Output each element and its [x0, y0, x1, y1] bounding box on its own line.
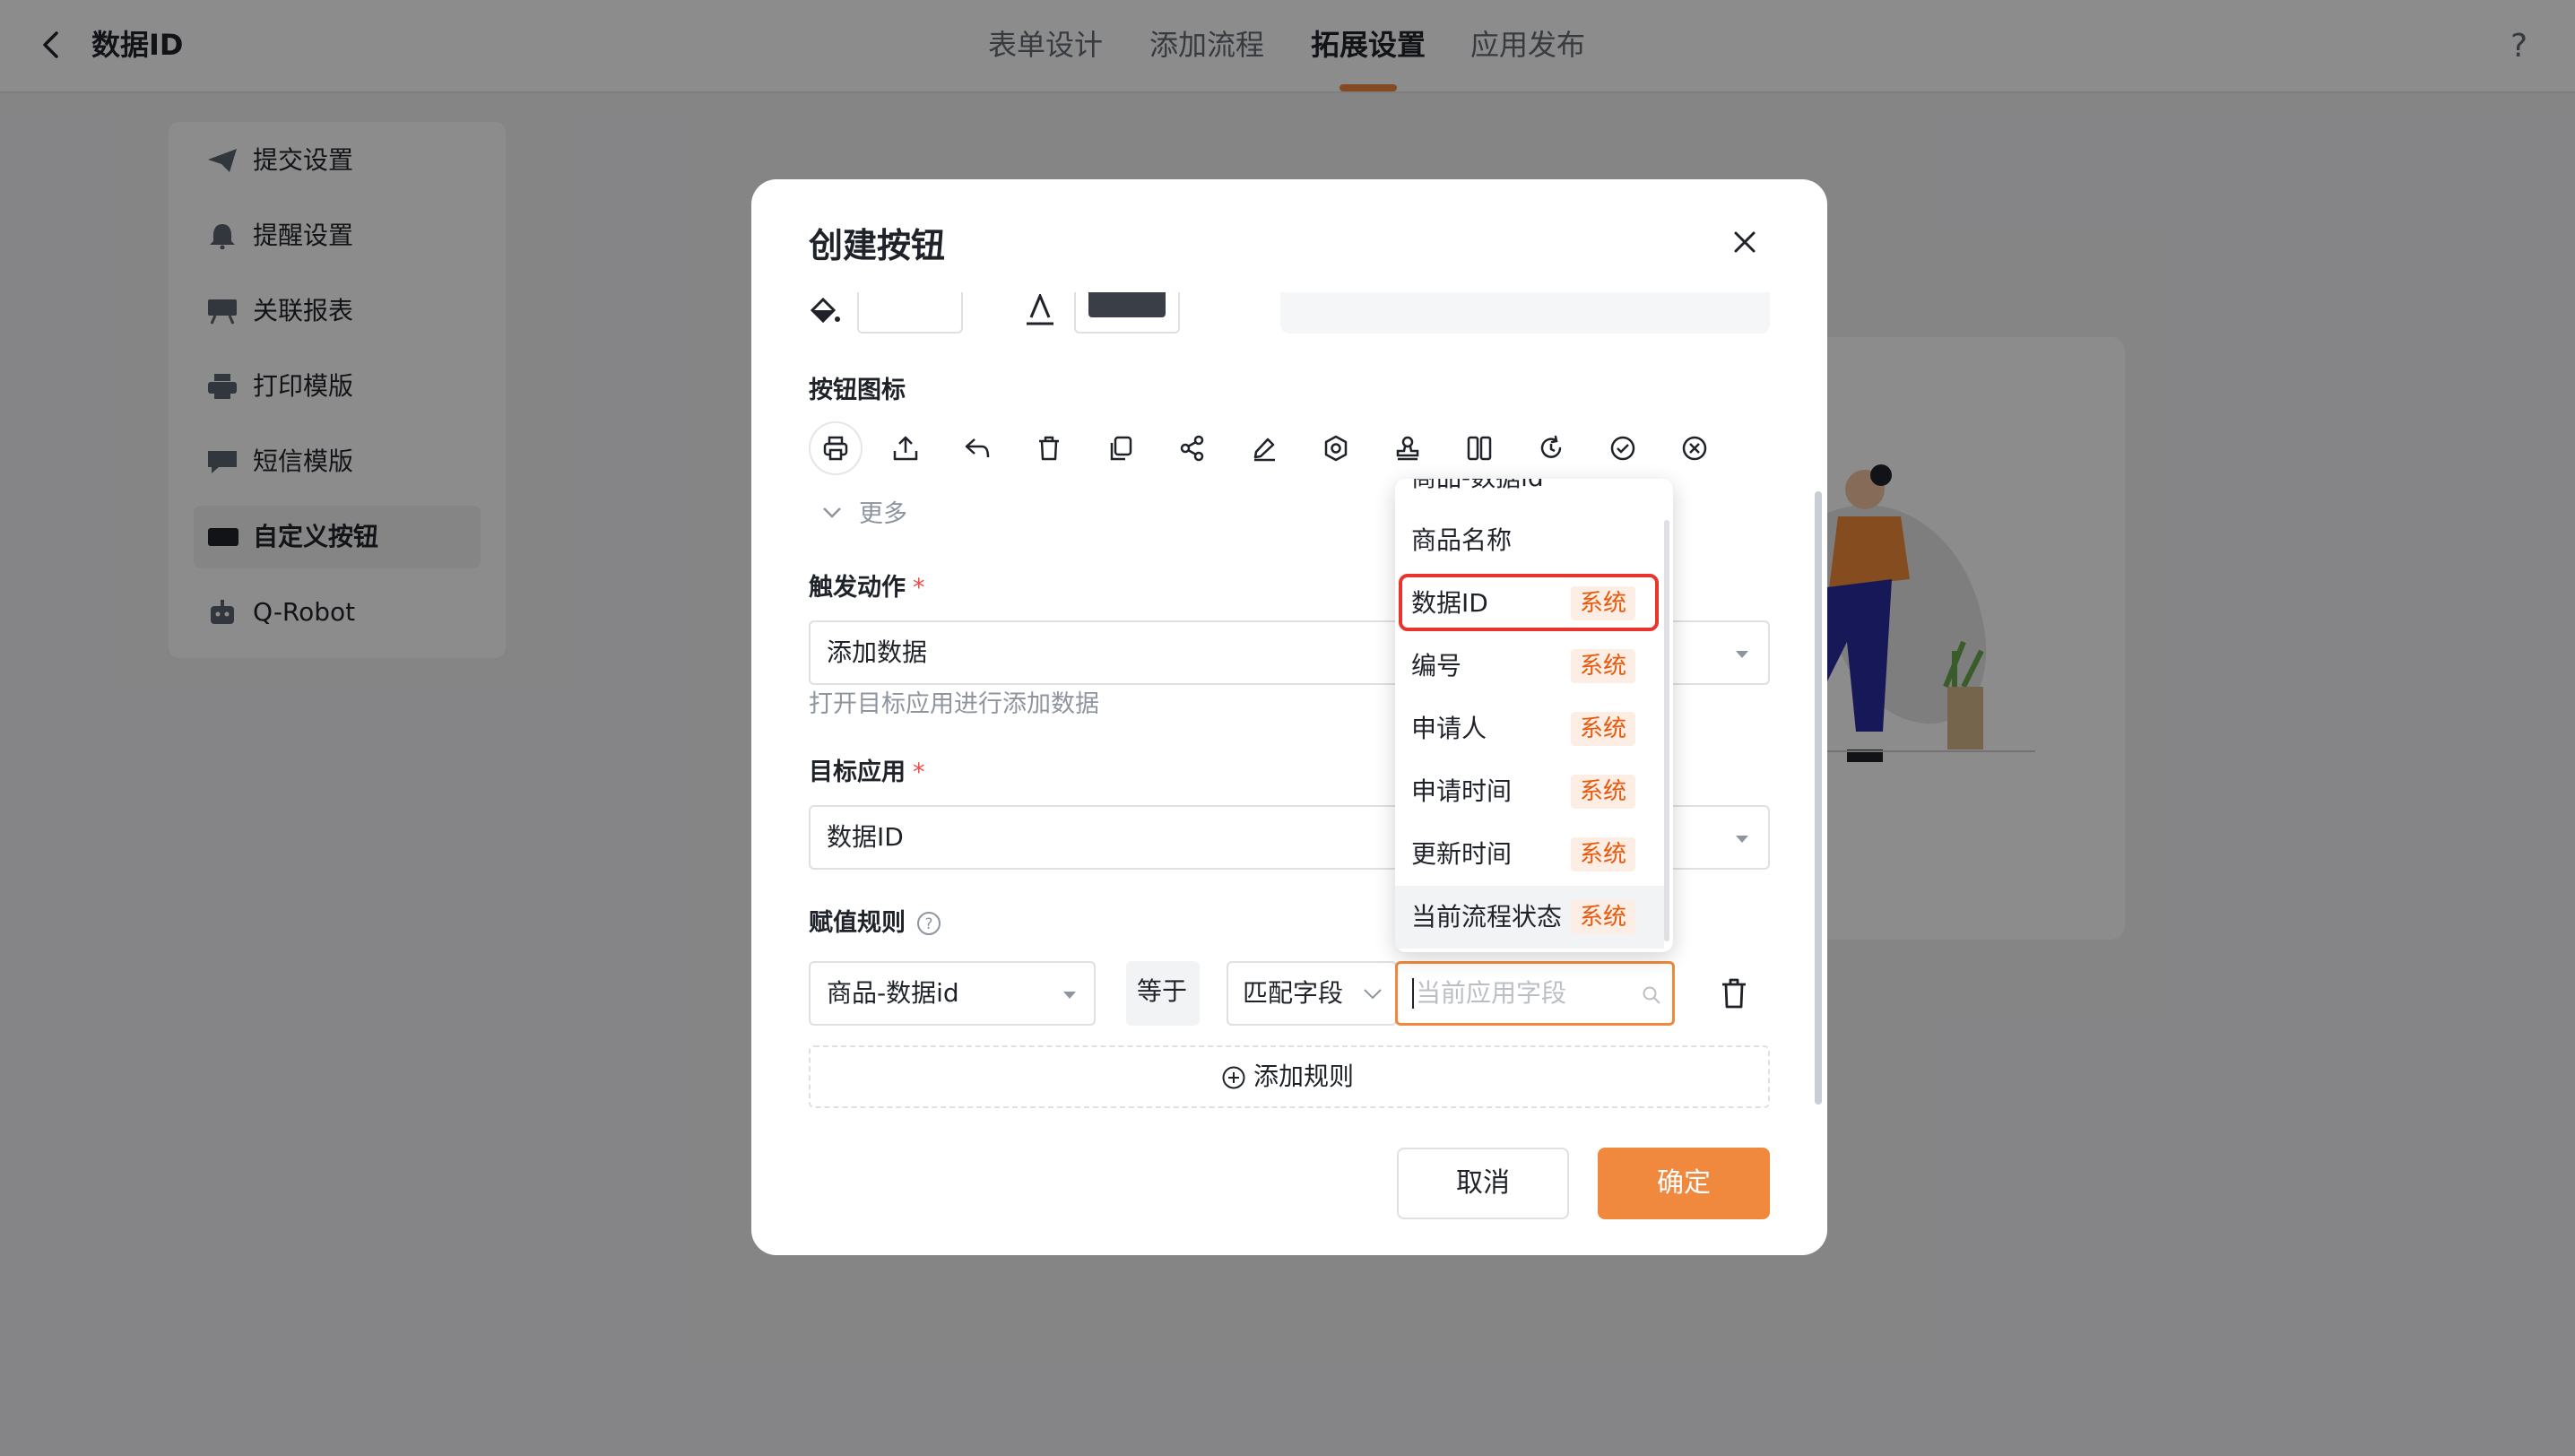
- icon-option-reply[interactable]: [950, 421, 1004, 475]
- caret-down-icon: [1063, 992, 1076, 999]
- dropdown-option-label: 申请人: [1411, 714, 1487, 743]
- dialog-scrollbar[interactable]: [1815, 491, 1822, 1105]
- dropdown-option-label: 更新时间: [1411, 839, 1513, 869]
- icon-option-check-circle[interactable]: [1596, 421, 1650, 475]
- trigger-action-hint: 打开目标应用进行添加数据: [809, 690, 1099, 718]
- search-icon: [1643, 986, 1660, 1004]
- cancel-button[interactable]: 取消: [1397, 1148, 1569, 1219]
- system-tag: 系统: [1571, 649, 1635, 683]
- icon-option-printer[interactable]: [809, 421, 863, 475]
- rule-source-field-placeholder: 当前应用字段: [1416, 978, 1567, 1008]
- rule-target-field-select[interactable]: 商品-数据id: [809, 961, 1096, 1026]
- add-rule-label: 添加规则: [1253, 1062, 1355, 1091]
- reply-icon: [965, 438, 990, 458]
- copy-icon: [1110, 436, 1132, 461]
- icon-option-copy[interactable]: [1094, 421, 1148, 475]
- settings-icon: [1324, 435, 1348, 462]
- required-mark: *: [913, 758, 925, 786]
- dropdown-option[interactable]: 申请时间 系统: [1395, 760, 1664, 823]
- rule-match-type-value: 匹配字段: [1243, 978, 1344, 1008]
- selection-highlight: [1399, 574, 1659, 631]
- icon-option-edit[interactable]: [1237, 421, 1291, 475]
- dropdown-option[interactable]: 编号 系统: [1395, 635, 1664, 698]
- chevron-down-icon: [1364, 989, 1382, 1000]
- system-tag: 系统: [1571, 712, 1635, 746]
- text-cursor: [1412, 978, 1414, 1009]
- close-icon[interactable]: [1732, 230, 1757, 255]
- dropdown-option-label: 商品名称: [1411, 525, 1513, 555]
- dropdown-option-label: 编号: [1411, 651, 1462, 680]
- assignment-rule-label: 赋值规则: [809, 909, 906, 937]
- rule-source-field-search[interactable]: 当前应用字段: [1395, 961, 1675, 1026]
- dropdown-option[interactable]: 当前流程状态 系统: [1395, 886, 1664, 949]
- dropdown-option-label: 当前流程状态: [1411, 902, 1563, 932]
- dropdown-option-label: 申请时间: [1411, 776, 1513, 806]
- trigger-action-label: 触发动作 *: [809, 570, 925, 606]
- icon-option-share[interactable]: [1166, 421, 1219, 475]
- background-color-swatch[interactable]: [857, 292, 963, 334]
- delete-rule-icon[interactable]: [1720, 977, 1748, 1010]
- svg-text:?: ?: [924, 915, 932, 933]
- plus-circle-icon: [1222, 1066, 1245, 1089]
- field-dropdown: 商品-数据id 商品名称 数据ID 系统 编号 系统 申请人 系统 申请时间 系…: [1395, 479, 1673, 952]
- target-app-text: 目标应用: [809, 758, 906, 786]
- dialog-title: 创建按钮: [809, 226, 946, 265]
- icon-option-settings[interactable]: [1309, 421, 1363, 475]
- caret-down-icon: [1736, 836, 1748, 843]
- system-tag: 系统: [1571, 775, 1635, 809]
- upload-icon: [893, 436, 918, 461]
- required-mark: *: [913, 574, 925, 602]
- text-color-icon: [1024, 294, 1056, 326]
- rule-operator-text: 等于: [1137, 976, 1188, 1006]
- icon-option-stamp[interactable]: [1381, 421, 1435, 475]
- stamp-icon: [1396, 436, 1419, 461]
- add-rule-button[interactable]: 添加规则: [809, 1045, 1770, 1108]
- chevron-down-icon: [823, 507, 841, 518]
- close-circle-icon: [1682, 436, 1707, 461]
- trash-icon: [1039, 436, 1059, 461]
- dropdown-option[interactable]: 更新时间 系统: [1395, 823, 1664, 886]
- edit-icon: [1253, 438, 1275, 462]
- trigger-action-value: 添加数据: [827, 637, 928, 667]
- dropdown-option[interactable]: 申请人 系统: [1395, 698, 1664, 760]
- icon-option-close-circle[interactable]: [1668, 421, 1721, 475]
- dropdown-option[interactable]: 商品-数据id: [1395, 479, 1664, 509]
- button-preview-area: [1280, 292, 1770, 334]
- caret-down-icon: [1736, 651, 1748, 658]
- dropdown-scrollbar[interactable]: [1664, 520, 1669, 941]
- confirm-button[interactable]: 确定: [1598, 1148, 1770, 1219]
- text-color-swatch[interactable]: [1074, 292, 1180, 334]
- icon-option-trash[interactable]: [1022, 421, 1076, 475]
- printer-icon: [823, 436, 848, 461]
- check-circle-icon: [1610, 436, 1635, 461]
- dropdown-option-label: 商品-数据id: [1411, 479, 1544, 497]
- trigger-action-text: 触发动作: [809, 574, 906, 602]
- icon-section-label: 按钮图标: [809, 377, 906, 404]
- icon-option-refresh[interactable]: [1524, 421, 1578, 475]
- dropdown-option[interactable]: 商品名称: [1395, 509, 1664, 572]
- icon-option-upload[interactable]: [879, 421, 932, 475]
- more-label: 更多: [859, 500, 907, 528]
- share-icon: [1180, 435, 1204, 462]
- refresh-icon: [1540, 435, 1562, 458]
- rule-operator: 等于: [1126, 961, 1200, 1026]
- system-tag: 系统: [1571, 900, 1635, 934]
- columns-icon: [1467, 436, 1492, 461]
- rule-target-field-value: 商品-数据id: [827, 978, 959, 1008]
- fill-color-icon: [809, 296, 841, 325]
- icon-option-columns[interactable]: [1452, 421, 1506, 475]
- target-app-value: 数据ID: [827, 822, 904, 852]
- question-circle-icon[interactable]: ?: [916, 911, 941, 936]
- target-app-label: 目标应用 *: [809, 755, 925, 791]
- system-tag: 系统: [1571, 837, 1635, 871]
- rule-match-type-select[interactable]: 匹配字段: [1227, 961, 1397, 1026]
- text-color-fill: [1088, 292, 1166, 317]
